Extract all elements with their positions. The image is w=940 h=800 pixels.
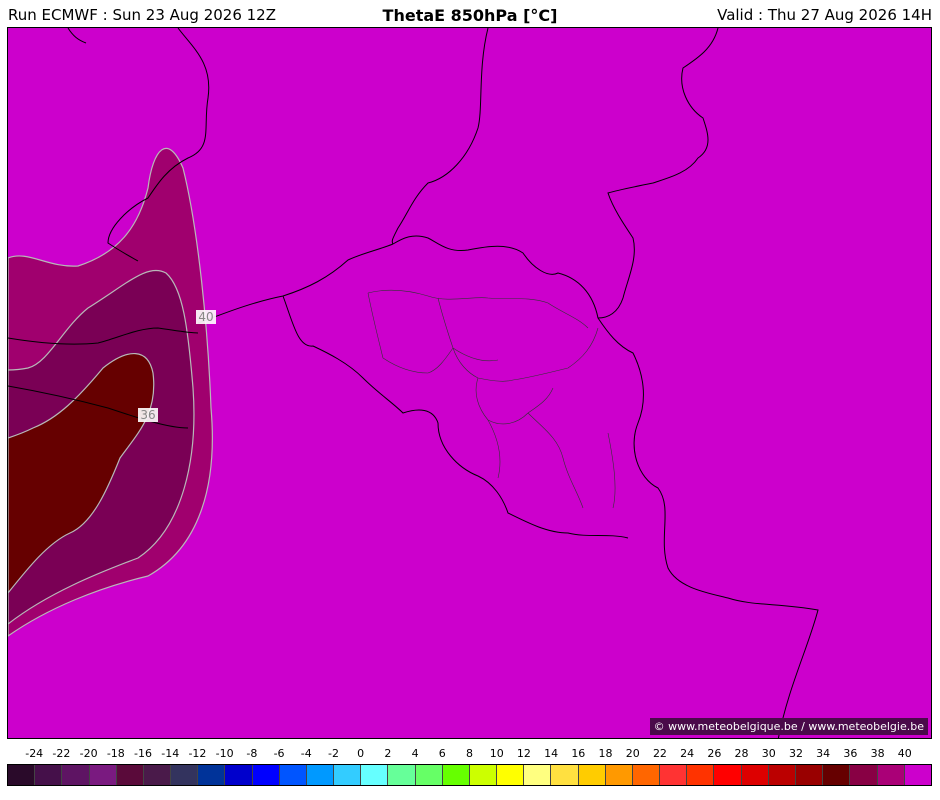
legend-label: 4: [411, 747, 419, 760]
legend-label: 0: [357, 747, 365, 760]
legend-swatch: [62, 765, 90, 785]
legend-label: 14: [544, 747, 559, 760]
legend-swatch: [605, 765, 633, 785]
svg-text:36: 36: [140, 408, 155, 422]
legend-swatch: [687, 765, 715, 785]
legend-label: 36: [843, 747, 858, 760]
legend-swatch: [795, 765, 824, 785]
legend-label: 8: [466, 747, 473, 760]
legend-label: -20: [79, 747, 98, 760]
legend-swatch: [904, 765, 931, 785]
legend-swatch: [116, 765, 144, 785]
legend-swatch: [497, 765, 525, 785]
legend-label: 10: [489, 747, 504, 760]
legend-label: 24: [680, 747, 695, 760]
legend-swatch: [741, 765, 769, 785]
legend-swatch: [823, 765, 851, 785]
legend-label: 22: [652, 747, 667, 760]
legend-label: 28: [734, 747, 749, 760]
legend-swatch: [768, 765, 796, 785]
contour-label-36: 36: [138, 408, 158, 422]
legend-label: 6: [438, 747, 446, 760]
legend-label: 38: [870, 747, 885, 760]
legend-swatch: [225, 765, 253, 785]
legend-swatch: [877, 765, 905, 785]
legend-swatch: [415, 765, 443, 785]
legend-labels: -24 -22 -20 -18 -16 -14 -12 -10 -8 -6 -4 -2 0 2 4 6 8 10 1…: [7, 747, 932, 761]
legend-label: -8: [246, 747, 258, 760]
color-legend: [7, 764, 932, 786]
legend-label: -24: [25, 747, 44, 760]
legend-swatch: [252, 765, 280, 785]
legend-label: 2: [384, 747, 392, 760]
legend-swatch: [8, 765, 36, 785]
legend-swatch: [361, 765, 389, 785]
legend-label: 30: [761, 747, 776, 760]
legend-label: 34: [816, 747, 831, 760]
legend-label: 32: [788, 747, 803, 760]
legend-label: -14: [161, 747, 180, 760]
legend-label: -10: [215, 747, 234, 760]
legend-swatch: [469, 765, 498, 785]
legend-swatch: [89, 765, 117, 785]
legend-label: 16: [571, 747, 586, 760]
legend-label: -4: [300, 747, 312, 760]
legend-swatch: [714, 765, 742, 785]
legend-swatch: [632, 765, 661, 785]
map-canvas: 40 36: [8, 28, 931, 738]
legend-label: 40: [897, 747, 912, 760]
legend-label: 26: [707, 747, 722, 760]
legend-swatch: [198, 765, 226, 785]
svg-text:40: 40: [198, 310, 213, 324]
legend-swatch: [578, 765, 606, 785]
contour-label-40: 40: [196, 310, 216, 324]
run-info: Run ECMWF : Sun 23 Aug 2026 12Z: [8, 6, 276, 24]
legend-label: 18: [598, 747, 613, 760]
legend-swatch: [442, 765, 470, 785]
legend-swatch: [551, 765, 579, 785]
legend-swatch: [171, 765, 199, 785]
legend-label: 20: [625, 747, 640, 760]
legend-label: -12: [188, 747, 207, 760]
valid-time: Valid : Thu 27 Aug 2026 14H: [717, 6, 932, 24]
legend-swatch: [143, 765, 172, 785]
legend-swatch: [388, 765, 416, 785]
legend-swatch: [35, 765, 63, 785]
legend-swatch: [850, 765, 878, 785]
legend-swatch: [524, 765, 552, 785]
weather-map[interactable]: 40 36 © www.meteobelgique.be / www.meteo…: [7, 27, 932, 739]
legend-label: 12: [516, 747, 531, 760]
legend-label: -2: [327, 747, 339, 760]
legend-swatch: [334, 765, 362, 785]
legend-label: -22: [52, 747, 71, 760]
legend-label: -18: [106, 747, 125, 760]
legend-label: -16: [134, 747, 152, 760]
legend-label: -6: [273, 747, 285, 760]
legend-swatch: [306, 765, 335, 785]
copyright-notice: © www.meteobelgique.be / www.meteobelgie…: [649, 718, 928, 735]
legend-swatch: [660, 765, 688, 785]
legend-swatch: [279, 765, 307, 785]
